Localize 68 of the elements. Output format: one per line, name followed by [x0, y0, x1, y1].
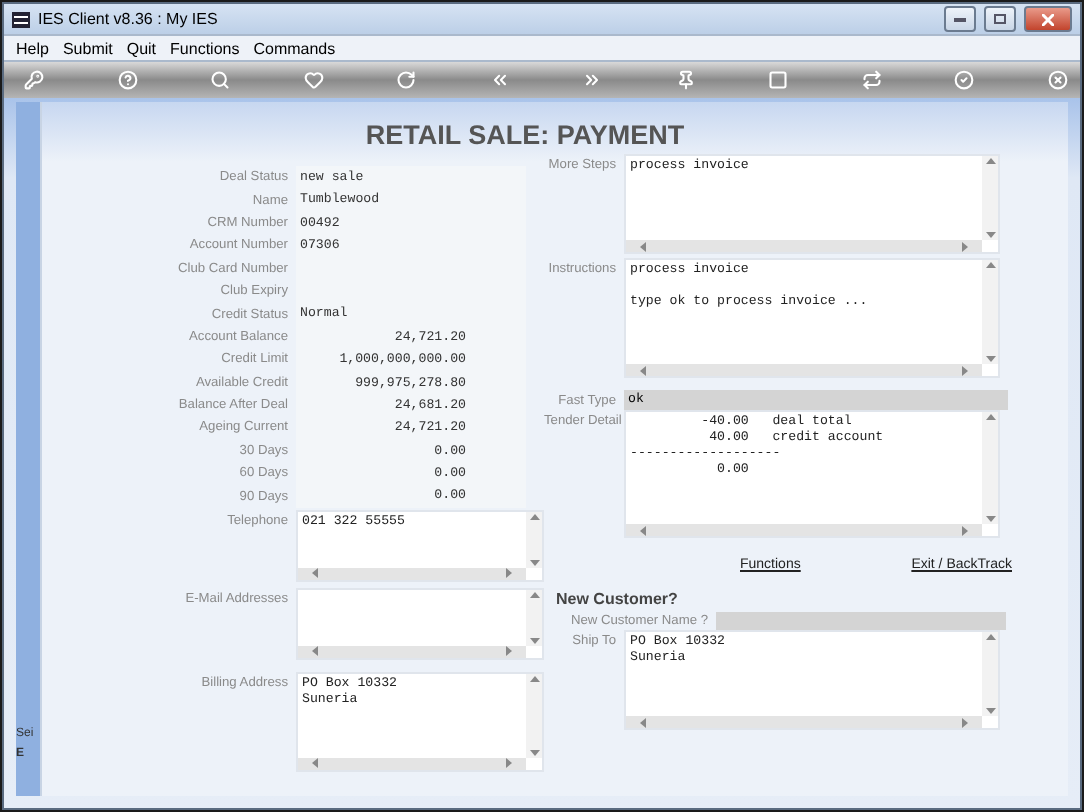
scroll-left-icon[interactable] — [638, 365, 648, 375]
menu-item[interactable]: Help — [16, 39, 49, 57]
scroll-down-icon[interactable] — [529, 747, 539, 758]
window-title: IES Client v8.36 : My IES — [38, 10, 220, 28]
refresh-icon[interactable] — [396, 70, 417, 90]
vertical-scrollbar[interactable] — [526, 673, 542, 758]
menu-item[interactable]: Quit — [126, 39, 157, 57]
scroll-left-icon[interactable] — [638, 525, 648, 535]
scroll-right-icon[interactable] — [504, 758, 514, 769]
scroll-down-icon[interactable] — [985, 354, 995, 364]
scroll-down-icon[interactable] — [529, 557, 539, 568]
vertical-scrollbar[interactable] — [526, 511, 542, 568]
close-icon[interactable] — [1047, 70, 1068, 90]
minimize-button[interactable] — [944, 6, 976, 32]
horizontal-scrollbar[interactable] — [626, 364, 982, 376]
vertical-scrollbar[interactable] — [982, 260, 998, 364]
check-icon[interactable] — [954, 70, 975, 90]
page-title: RETAIL SALE: PAYMENT — [363, 120, 687, 150]
close-icon — [1042, 13, 1054, 25]
double-right-icon[interactable] — [582, 70, 603, 90]
scroll-right-icon[interactable] — [960, 525, 970, 535]
section-heading: New Customer? — [556, 590, 680, 608]
scroll-up-icon[interactable] — [529, 589, 539, 600]
scroll-up-icon[interactable] — [529, 673, 539, 684]
menu-item[interactable]: Submit — [62, 39, 113, 57]
square-icon[interactable] — [768, 70, 789, 90]
scroll-up-icon[interactable] — [529, 511, 539, 522]
horizontal-scrollbar[interactable] — [626, 240, 982, 252]
menu-item[interactable]: Commands — [253, 39, 336, 57]
scroll-left-icon[interactable] — [638, 241, 648, 251]
vertical-scrollbar[interactable] — [982, 156, 998, 240]
horizontal-scrollbar[interactable] — [298, 567, 526, 580]
help-icon[interactable] — [117, 70, 138, 90]
double-left-icon[interactable] — [489, 70, 510, 90]
key-icon[interactable] — [24, 70, 44, 90]
vertical-scrollbar[interactable] — [982, 412, 998, 524]
maximize-button[interactable] — [984, 6, 1016, 32]
horizontal-scrollbar[interactable] — [298, 757, 526, 770]
minimize-icon — [954, 17, 966, 21]
scroll-right-icon[interactable] — [960, 365, 970, 375]
new-customer-name-field[interactable] — [716, 611, 1006, 629]
scroll-left-icon[interactable] — [310, 568, 320, 579]
horizontal-scrollbar[interactable] — [626, 524, 982, 536]
horizontal-scrollbar[interactable] — [298, 645, 526, 658]
app-icon — [12, 11, 30, 27]
horizontal-scrollbar[interactable] — [626, 716, 982, 728]
heart-icon[interactable] — [303, 70, 324, 90]
scroll-down-icon[interactable] — [529, 635, 539, 646]
scroll-right-icon[interactable] — [504, 646, 514, 657]
pin-icon[interactable] — [675, 70, 696, 90]
scroll-left-icon[interactable] — [310, 758, 320, 769]
search-icon[interactable] — [210, 70, 231, 90]
scroll-up-icon[interactable] — [985, 156, 995, 166]
scroll-right-icon[interactable] — [504, 568, 514, 579]
scroll-left-icon[interactable] — [310, 646, 320, 657]
vertical-scrollbar[interactable] — [982, 632, 998, 716]
scroll-down-icon[interactable] — [985, 230, 995, 240]
scroll-right-icon[interactable] — [960, 241, 970, 251]
repeat-icon[interactable] — [861, 70, 882, 90]
scroll-down-icon[interactable] — [985, 514, 995, 524]
menu-item[interactable]: Functions — [170, 39, 240, 57]
scroll-up-icon[interactable] — [985, 260, 995, 270]
scroll-left-icon[interactable] — [638, 717, 648, 727]
scroll-down-icon[interactable] — [985, 706, 995, 716]
vertical-scrollbar[interactable] — [526, 589, 542, 646]
close-button[interactable] — [1024, 6, 1072, 32]
maximize-icon — [994, 14, 1006, 24]
scroll-right-icon[interactable] — [960, 717, 970, 727]
